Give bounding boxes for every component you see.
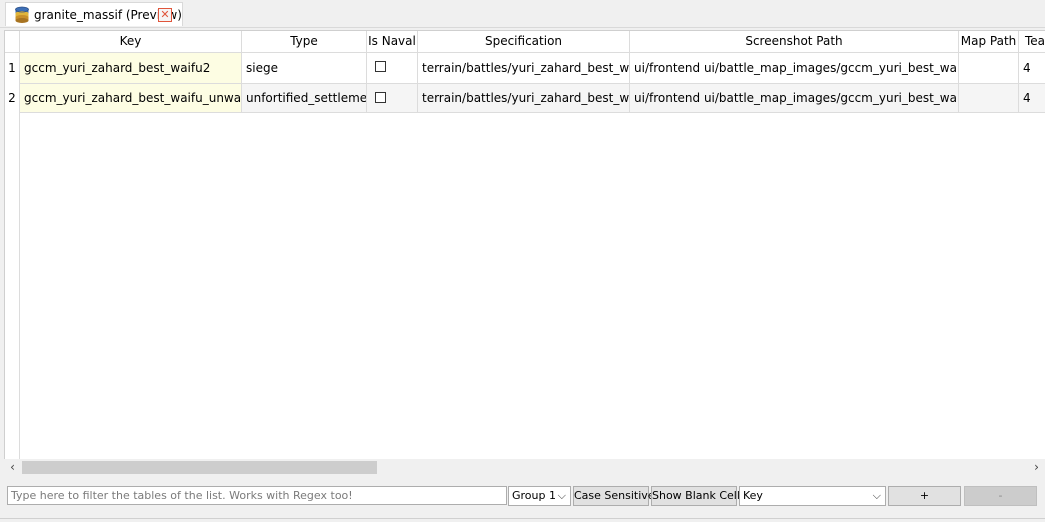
is-naval-checkbox[interactable] — [375, 92, 386, 103]
cell-key[interactable]: gccm_yuri_zahard_best_waifu_unwalled2 — [20, 84, 242, 112]
group-select[interactable]: Group 1 ⌵ — [508, 486, 571, 506]
filter-input[interactable]: Type here to filter the tables of the li… — [7, 486, 507, 505]
group-select-value: Group 1 — [512, 489, 556, 502]
data-table: Key Type Is Naval Specification Screensh… — [4, 30, 1045, 476]
row-number[interactable]: 2 — [5, 83, 20, 113]
chevron-down-icon: ⌵ — [557, 489, 566, 502]
add-filter-button[interactable]: + — [888, 486, 961, 506]
column-header-is-naval[interactable]: Is Naval — [367, 31, 418, 53]
cell-type[interactable]: siege — [242, 53, 367, 83]
column-header-type[interactable]: Type — [242, 31, 367, 53]
scroll-left-icon[interactable]: ‹ — [4, 459, 21, 476]
divider — [0, 518, 1045, 519]
cell-screenshot-path[interactable]: ui/frontend ui/battle_map_images/gccm_yu… — [630, 53, 959, 83]
remove-filter-button[interactable]: - — [964, 486, 1037, 506]
cell-key[interactable]: gccm_yuri_zahard_best_waifu2 — [20, 53, 242, 83]
database-icon — [14, 6, 30, 24]
scrollbar-thumb[interactable] — [22, 461, 377, 474]
column-header-map-path[interactable]: Map Path — [959, 31, 1019, 53]
close-icon[interactable]: ✕ — [158, 8, 172, 22]
cell-tea[interactable]: 4 — [1019, 53, 1045, 83]
tab-granite-massif[interactable]: granite_massif (Preview) ✕ — [5, 2, 183, 26]
tab-bar: granite_massif (Preview) ✕ — [0, 0, 1045, 28]
cell-screenshot-path[interactable]: ui/frontend ui/battle_map_images/gccm_yu… — [630, 84, 959, 112]
table-row[interactable]: gccm_yuri_zahard_best_waifu_unwalled2 un… — [20, 83, 1045, 113]
column-header-key[interactable]: Key — [20, 31, 242, 53]
cell-is-naval[interactable] — [367, 53, 418, 83]
table-row[interactable]: gccm_yuri_zahard_best_waifu2 siege terra… — [20, 53, 1045, 83]
column-select[interactable]: Key ⌵ — [739, 486, 886, 506]
column-header-screenshot-path[interactable]: Screenshot Path — [630, 31, 959, 53]
cell-map-path[interactable] — [959, 84, 1019, 112]
table-corner[interactable] — [5, 31, 20, 53]
cell-specification[interactable]: terrain/battles/yuri_zahard_best_waifu/ — [418, 53, 630, 83]
chevron-down-icon: ⌵ — [872, 489, 881, 502]
column-header-tea[interactable]: Tea — [1019, 31, 1045, 53]
cell-is-naval[interactable] — [367, 84, 418, 112]
horizontal-scrollbar[interactable]: ‹ › — [4, 459, 1045, 476]
scroll-right-icon[interactable]: › — [1028, 459, 1045, 476]
column-select-value: Key — [743, 489, 763, 502]
show-blank-cells-button[interactable]: Show Blank Cells — [651, 486, 746, 506]
cell-type[interactable]: unfortified_settlement — [242, 84, 367, 112]
cell-tea[interactable]: 4 — [1019, 84, 1045, 112]
row-number[interactable]: 1 — [5, 53, 20, 83]
row-header-strip — [5, 113, 20, 475]
case-sensitive-button[interactable]: Case Sensitive — [573, 486, 655, 506]
cell-specification[interactable]: terrain/battles/yuri_zahard_best_waifu/ — [418, 84, 630, 112]
cell-map-path[interactable] — [959, 53, 1019, 83]
column-header-specification[interactable]: Specification — [418, 31, 630, 53]
is-naval-checkbox[interactable] — [375, 61, 386, 72]
